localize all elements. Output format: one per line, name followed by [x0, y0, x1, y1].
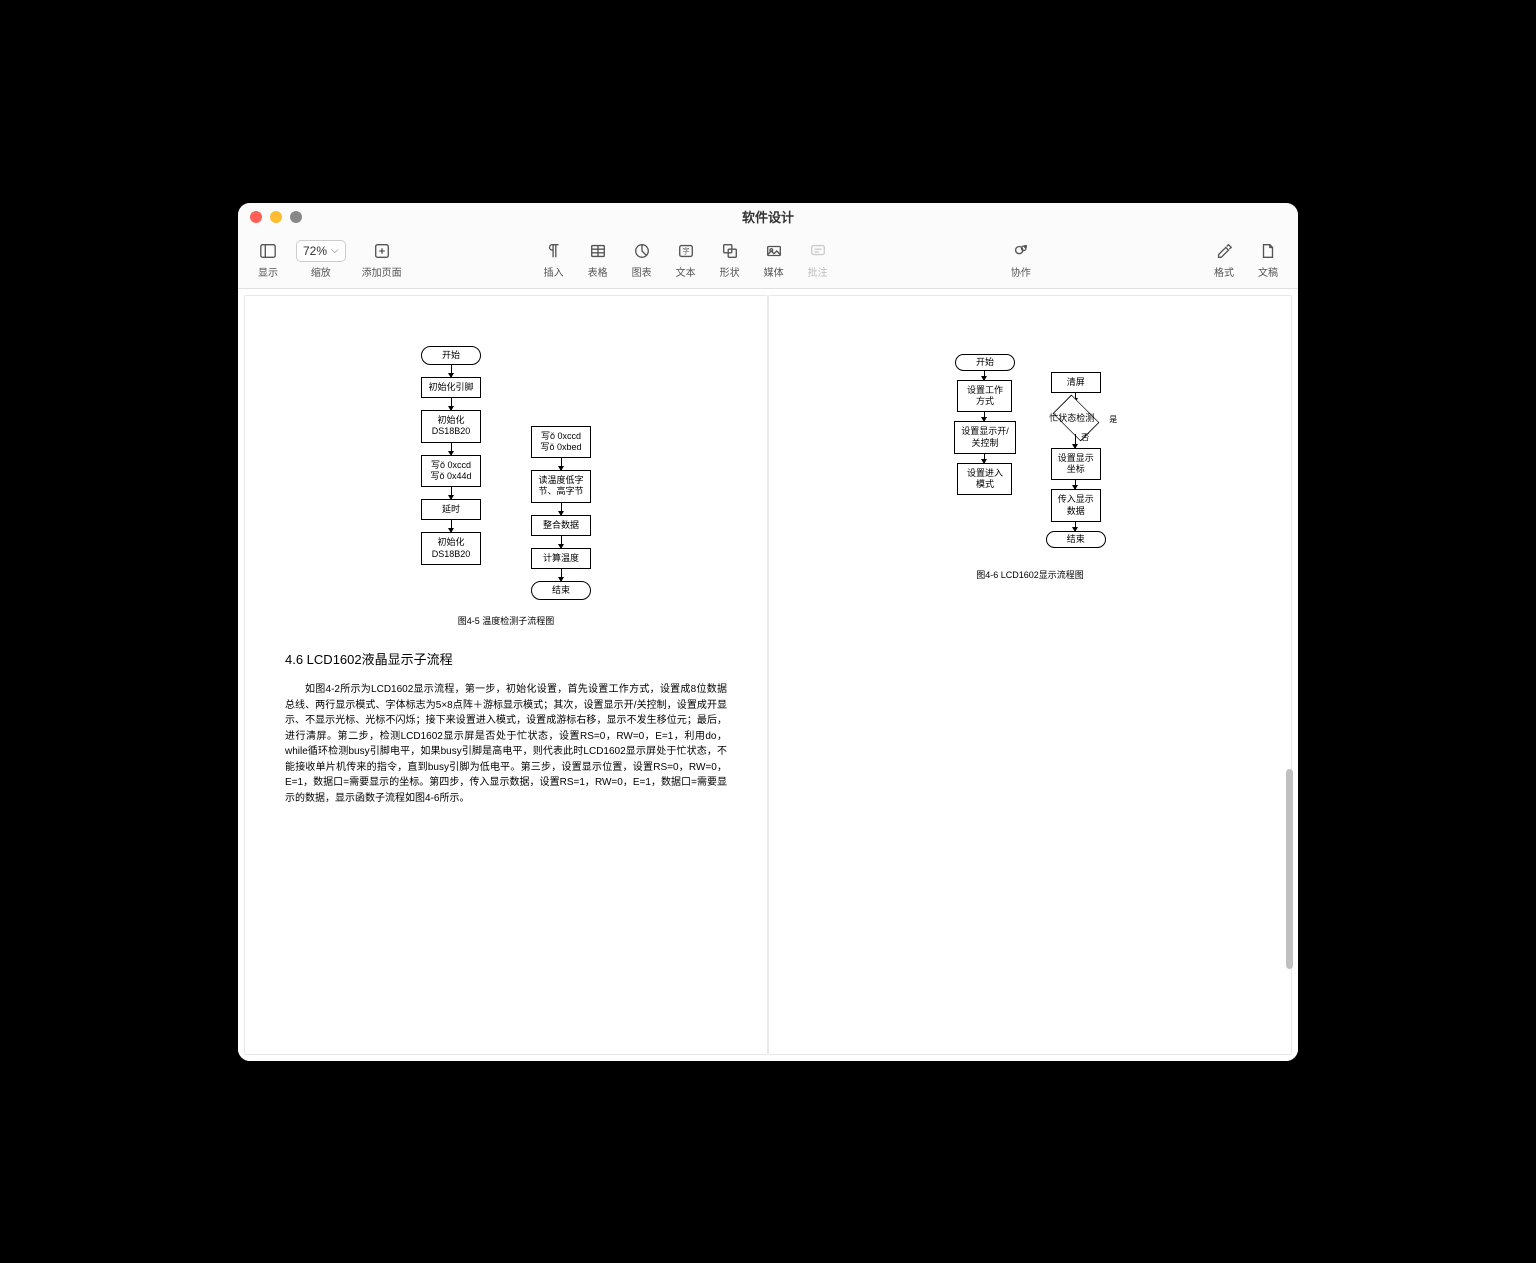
- flow-node: 初始化 DS18B20: [421, 532, 481, 565]
- flow-node: 设置工作 方式: [957, 380, 1012, 413]
- shape-label: 形状: [720, 264, 740, 279]
- zoom-value: 72%: [303, 244, 327, 258]
- text-icon: 字: [675, 240, 697, 262]
- media-button[interactable]: 媒体: [752, 240, 796, 279]
- flow-node: 初始化引脚: [421, 377, 481, 398]
- toolbar: 显示 72% ⌵ 缩放 添加页面 插入 表格: [238, 231, 1298, 289]
- svg-text:字: 字: [682, 246, 689, 255]
- collaborate-icon: [1010, 240, 1032, 262]
- pilcrow-icon: [543, 240, 565, 262]
- figure-caption: 图4-5 温度检测子流程图: [285, 614, 727, 627]
- view-label: 显示: [258, 264, 278, 279]
- text-button[interactable]: 字 文本: [664, 240, 708, 279]
- titlebar: 软件设计: [238, 203, 1298, 231]
- document-canvas[interactable]: 开始 初始化引脚 初始化 DS18B20 写ǒ 0xccd 写ǒ 0x44d 延…: [238, 289, 1298, 1061]
- scrollbar-thumb[interactable]: [1286, 769, 1293, 969]
- chart-button[interactable]: 图表: [620, 240, 664, 279]
- collaborate-label: 协作: [1011, 264, 1031, 279]
- flowchart-2: 开始 设置工作 方式 设置显示开/ 关控制 设置进入 模式 清屏: [954, 354, 1106, 549]
- flow-decision: 忙状态检测 是: [1048, 402, 1104, 434]
- document-icon: [1257, 240, 1279, 262]
- flow-start: 开始: [421, 346, 481, 365]
- view-button[interactable]: 显示: [246, 240, 290, 279]
- flow-node: 延时: [421, 499, 481, 520]
- chart-label: 图表: [632, 264, 652, 279]
- app-window: 软件设计 显示 72% ⌵ 缩放 添加页面 插入: [238, 203, 1298, 1061]
- window-title: 软件设计: [238, 207, 1298, 226]
- figure-caption: 图4-6 LCD1602显示流程图: [809, 568, 1251, 581]
- sidebar-icon: [257, 240, 279, 262]
- section-heading: 4.6 LCD1602液晶显示子流程: [285, 649, 727, 668]
- zoom-button[interactable]: 72% ⌵ 缩放: [290, 240, 352, 279]
- flow-node: 设置显示 坐标: [1051, 448, 1101, 481]
- format-button[interactable]: 格式: [1202, 240, 1246, 279]
- flow-node: 整合数据: [531, 515, 591, 536]
- page-right[interactable]: 开始 设置工作 方式 设置显示开/ 关控制 设置进入 模式 清屏: [768, 295, 1292, 1055]
- table-button[interactable]: 表格: [576, 240, 620, 279]
- flow-node: 传入显示 数据: [1051, 489, 1101, 522]
- body-paragraph: 如图4-2所示为LCD1602显示流程，第一步，初始化设置，首先设置工作方式，设…: [285, 682, 727, 806]
- chart-icon: [631, 240, 653, 262]
- zoom-select[interactable]: 72% ⌵: [296, 240, 346, 262]
- flow-node: 写ǒ 0xccd 写ǒ 0x44d: [421, 455, 481, 488]
- zoom-label: 缩放: [311, 264, 331, 279]
- insert-label: 插入: [544, 264, 564, 279]
- flow-node: 清屏: [1051, 372, 1101, 393]
- annotate-icon: [807, 240, 829, 262]
- chevron-down-icon: ⌵: [331, 245, 339, 256]
- format-icon: [1213, 240, 1235, 262]
- annotate-button[interactable]: 批注: [796, 240, 840, 279]
- annotate-label: 批注: [808, 264, 828, 279]
- format-label: 格式: [1214, 264, 1234, 279]
- insert-button[interactable]: 插入: [532, 240, 576, 279]
- shape-icon: [719, 240, 741, 262]
- flow-node: 设置显示开/ 关控制: [954, 421, 1016, 454]
- add-page-label: 添加页面: [362, 264, 402, 279]
- media-label: 媒体: [764, 264, 784, 279]
- close-icon[interactable]: [250, 211, 262, 223]
- zoom-icon[interactable]: [290, 211, 302, 223]
- document-label: 文稿: [1258, 264, 1278, 279]
- shape-button[interactable]: 形状: [708, 240, 752, 279]
- collaborate-button[interactable]: 协作: [999, 240, 1043, 279]
- table-icon: [587, 240, 609, 262]
- media-icon: [763, 240, 785, 262]
- flow-node: 设置进入 模式: [957, 463, 1012, 496]
- flow-node: 写ǒ 0xccd 写ǒ 0xbed: [531, 426, 591, 459]
- flowchart-1: 开始 初始化引脚 初始化 DS18B20 写ǒ 0xccd 写ǒ 0x44d 延…: [285, 346, 727, 601]
- add-page-button[interactable]: 添加页面: [352, 240, 412, 279]
- flow-node: 初始化 DS18B20: [421, 410, 481, 443]
- page-left[interactable]: 开始 初始化引脚 初始化 DS18B20 写ǒ 0xccd 写ǒ 0x44d 延…: [244, 295, 768, 1055]
- flow-start: 开始: [955, 354, 1015, 371]
- plus-page-icon: [371, 240, 393, 262]
- flow-end: 结束: [1046, 531, 1106, 548]
- text-label: 文本: [676, 264, 696, 279]
- flow-node: 读温度低字 节、高字节: [531, 470, 591, 503]
- minimize-icon[interactable]: [270, 211, 282, 223]
- flow-end: 结束: [531, 581, 591, 600]
- traffic-lights: [250, 211, 302, 223]
- flow-node: 计算温度: [531, 548, 591, 569]
- table-label: 表格: [588, 264, 608, 279]
- document-button[interactable]: 文稿: [1246, 240, 1290, 279]
- vertical-scrollbar[interactable]: [1282, 419, 1296, 1061]
